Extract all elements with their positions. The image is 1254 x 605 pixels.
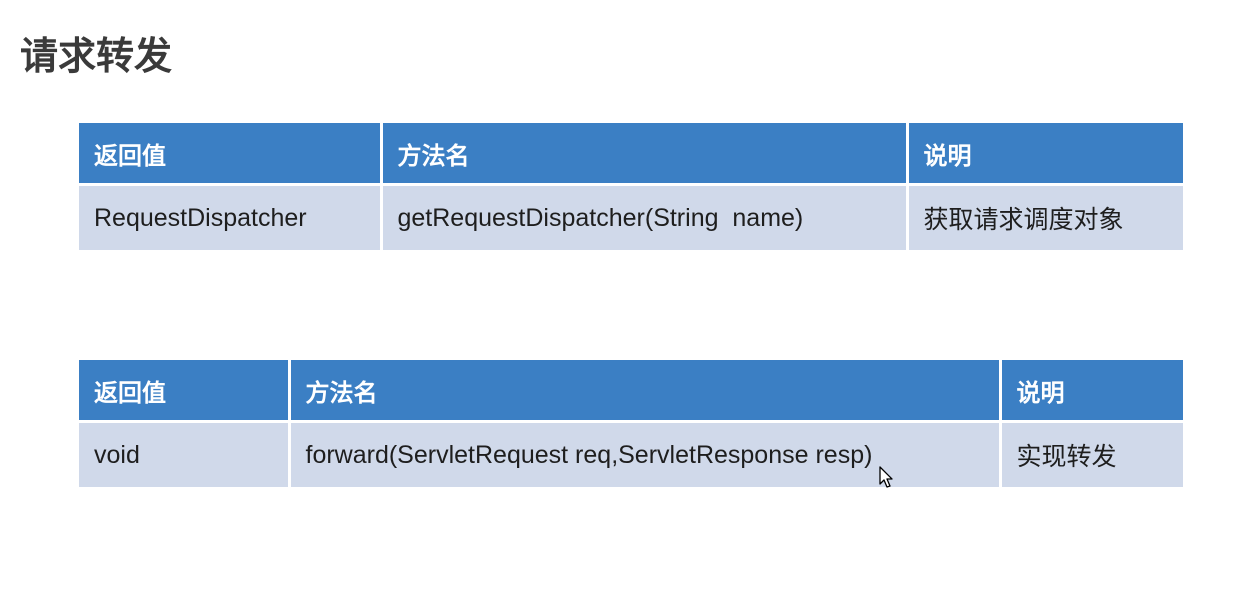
method-table-forward: 返回值 方法名 说明 void forward(ServletRequest r… bbox=[79, 360, 1183, 487]
cell-return-type: RequestDispatcher bbox=[79, 183, 383, 250]
cell-method-signature: getRequestDispatcher(String name) bbox=[379, 183, 909, 250]
cell-return-type: void bbox=[79, 420, 291, 487]
table-header-row: 返回值 方法名 说明 bbox=[79, 360, 1183, 423]
cell-description: 获取请求调度对象 bbox=[905, 183, 1183, 250]
header-description: 说明 bbox=[998, 360, 1183, 423]
table-row: RequestDispatcher getRequestDispatcher(S… bbox=[79, 183, 1183, 250]
table-header-row: 返回值 方法名 说明 bbox=[79, 123, 1183, 186]
header-method-name: 方法名 bbox=[287, 360, 1002, 423]
header-return-value: 返回值 bbox=[79, 123, 383, 186]
method-table-get-request-dispatcher: 返回值 方法名 说明 RequestDispatcher getRequestD… bbox=[79, 123, 1183, 250]
cell-description: 实现转发 bbox=[998, 420, 1183, 487]
slide-title: 请求转发 bbox=[20, 34, 173, 78]
table-row: void forward(ServletRequest req,ServletR… bbox=[79, 420, 1183, 487]
header-return-value: 返回值 bbox=[79, 360, 291, 423]
header-method-name: 方法名 bbox=[379, 123, 909, 186]
header-description: 说明 bbox=[905, 123, 1183, 186]
mouse-pointer-icon bbox=[879, 466, 893, 488]
